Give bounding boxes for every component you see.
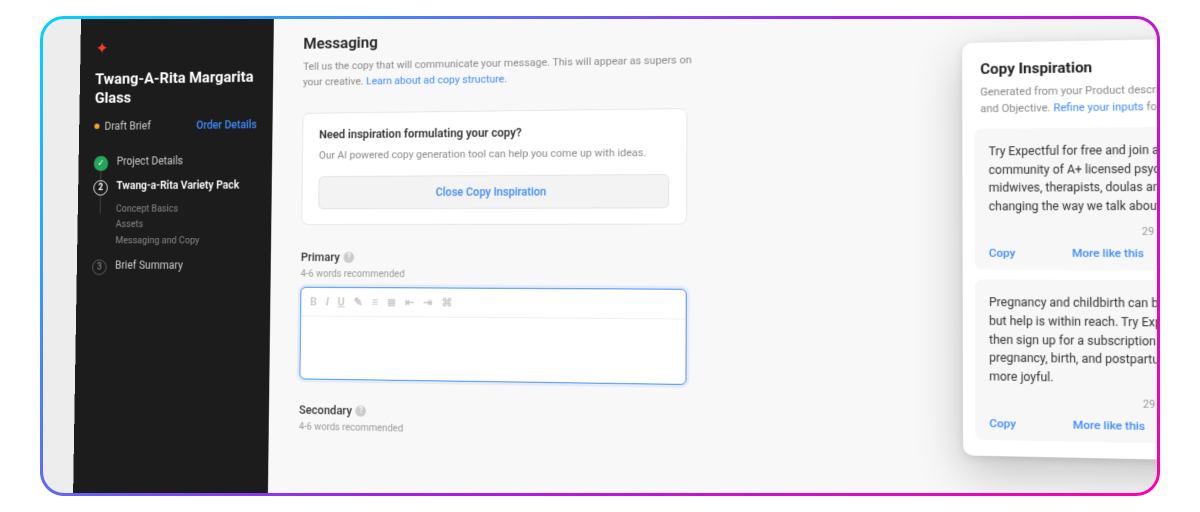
help-icon[interactable]: ? xyxy=(343,252,354,263)
main-panel: Messaging Tell us the copy that will com… xyxy=(267,19,1157,493)
editor-toolbar: B I U ✎ ≡ ≣ ⇤ ⇥ ⌘ xyxy=(301,288,686,320)
refine-link[interactable]: Refine your inputs xyxy=(1053,100,1143,114)
suggestion-text: Try Expectful for free and join a global… xyxy=(989,140,1157,215)
more-like-this-button[interactable]: More like this xyxy=(1072,246,1144,260)
step-number-icon: 3 xyxy=(92,260,107,275)
suggestion-card: Pregnancy and childbirth can be challeng… xyxy=(975,280,1157,446)
list-ol-icon[interactable]: ≣ xyxy=(387,295,396,308)
substep-list: Concept Basics Assets Messaging and Copy xyxy=(115,200,255,249)
more-like-this-button[interactable]: More like this xyxy=(1073,418,1145,433)
copy-inspiration-popover: Copy Inspiration ✕ Generated from your P… xyxy=(962,37,1157,462)
logo-icon: ✦ xyxy=(96,36,258,58)
outdent-icon[interactable]: ⇤ xyxy=(405,296,414,309)
project-title: Twang-A-Rita Margarita Glass xyxy=(95,68,258,109)
popover-subtitle: Generated from your Product description,… xyxy=(962,81,1157,130)
step-list: ✓ Project Details 2 Twang-a-Rita Variety… xyxy=(92,152,256,275)
step-variety-pack[interactable]: 2 Twang-a-Rita Variety Pack xyxy=(93,177,256,195)
app-window: ✦ Twang-A-Rita Margarita Glass Draft Bri… xyxy=(43,19,1157,493)
list-ul-icon[interactable]: ≡ xyxy=(372,295,378,308)
help-icon[interactable]: ? xyxy=(355,406,366,417)
status-dot-icon xyxy=(94,123,99,128)
step-brief-summary[interactable]: 3 Brief Summary xyxy=(92,258,255,276)
substep-assets[interactable]: Assets xyxy=(116,216,256,232)
bold-button[interactable]: B xyxy=(310,295,317,308)
primary-editor[interactable]: B I U ✎ ≡ ≣ ⇤ ⇥ ⌘ xyxy=(299,287,686,385)
status-badge: Draft Brief xyxy=(94,119,151,132)
learn-link[interactable]: Learn about ad copy structure. xyxy=(366,72,507,87)
suggestion-text: Pregnancy and childbirth can be challeng… xyxy=(989,294,1157,390)
suggestion-meta: 29 words / 182 chars xyxy=(989,396,1157,413)
step-project-details[interactable]: ✓ Project Details xyxy=(94,152,257,170)
inspiration-title: Need inspiration formulating your copy? xyxy=(319,124,669,142)
sidebar: ✦ Twang-A-Rita Margarita Glass Draft Bri… xyxy=(72,19,274,493)
underline-button[interactable]: U xyxy=(338,295,345,308)
clear-button[interactable]: ✎ xyxy=(354,295,363,308)
substep-messaging[interactable]: Messaging and Copy xyxy=(115,233,255,249)
suggestion-card: Try Expectful for free and join a global… xyxy=(974,126,1157,271)
copy-button[interactable]: Copy xyxy=(989,417,1016,431)
section-subheading: Tell us the copy that will communicate y… xyxy=(303,52,707,91)
close-inspiration-button[interactable]: Close Copy Inspiration xyxy=(318,174,669,209)
copy-button[interactable]: Copy xyxy=(989,246,1016,260)
popover-title: Copy Inspiration xyxy=(980,58,1092,77)
inspiration-desc: Our AI powered copy generation tool can … xyxy=(319,144,669,163)
gradient-frame: ✦ Twang-A-Rita Margarita Glass Draft Bri… xyxy=(40,16,1160,496)
italic-button[interactable]: I xyxy=(326,295,329,308)
substep-concept[interactable]: Concept Basics xyxy=(116,200,256,217)
indent-icon[interactable]: ⇥ xyxy=(423,296,432,309)
inspiration-box: Need inspiration formulating your copy? … xyxy=(301,108,687,225)
check-icon: ✓ xyxy=(94,155,109,170)
link-icon[interactable]: ⌘ xyxy=(441,296,452,309)
order-details-link[interactable]: Order Details xyxy=(196,118,257,131)
step-number-icon: 2 xyxy=(93,180,108,195)
suggestion-meta: 29 words / 182 chars xyxy=(989,225,1157,238)
